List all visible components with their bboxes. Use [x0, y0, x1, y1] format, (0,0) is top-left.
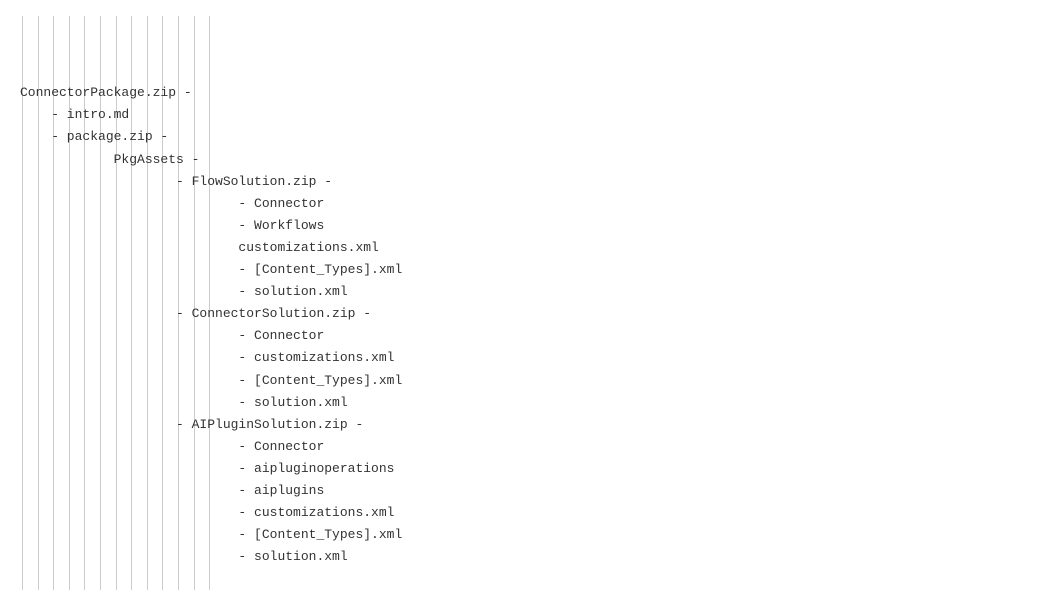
tree-line: - [Content_Types].xml [20, 524, 1037, 546]
tree-line: - ConnectorSolution.zip - [20, 303, 1037, 325]
tree-line: - aipluginoperations [20, 458, 1037, 480]
tree-line: - Connector [20, 325, 1037, 347]
tree-line: PkgAssets - [20, 149, 1037, 171]
tree-line: customizations.xml [20, 237, 1037, 259]
tree-line: - solution.xml [20, 392, 1037, 414]
tree-line: - Connector [20, 193, 1037, 215]
tree-line: - customizations.xml [20, 502, 1037, 524]
tree-line: - Connector [20, 436, 1037, 458]
tree-line: - [Content_Types].xml [20, 370, 1037, 392]
tree-line: - [Content_Types].xml [20, 259, 1037, 281]
tree-line: ConnectorPackage.zip - [20, 82, 1037, 104]
tree-line: - solution.xml [20, 546, 1037, 568]
tree-line: - customizations.xml [20, 347, 1037, 369]
tree-line: - aiplugins [20, 480, 1037, 502]
tree-line: - package.zip - [20, 126, 1037, 148]
tree-line: - intro.md [20, 104, 1037, 126]
tree-line: - Workflows [20, 215, 1037, 237]
file-tree: ConnectorPackage.zip - - intro.md - pack… [20, 16, 1037, 590]
tree-line: - solution.xml [20, 281, 1037, 303]
tree-line: - AIPluginSolution.zip - [20, 414, 1037, 436]
tree-line: - FlowSolution.zip - [20, 171, 1037, 193]
